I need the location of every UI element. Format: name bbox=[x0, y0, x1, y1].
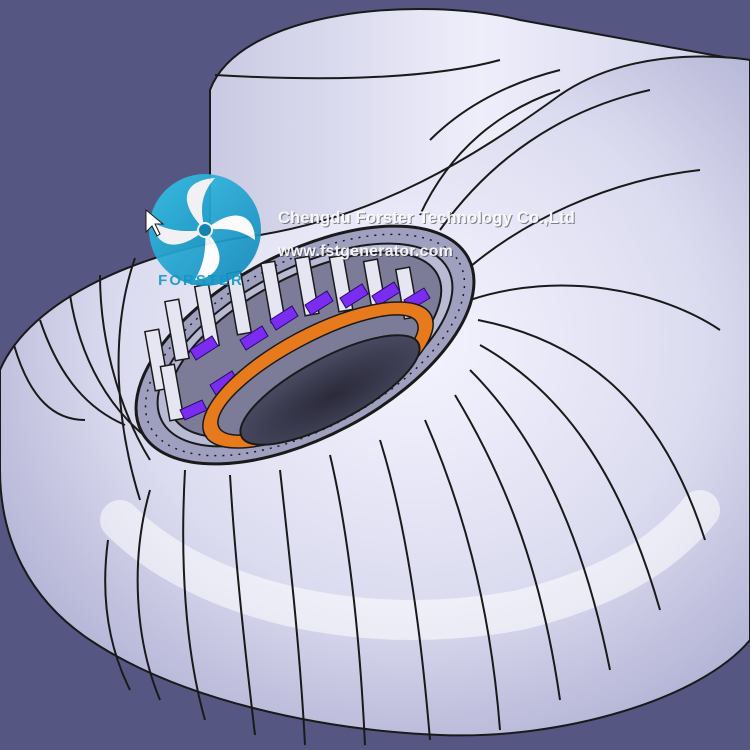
logo-wordmark: FORSTER bbox=[158, 272, 244, 289]
spiral-casing-render bbox=[0, 7, 750, 746]
company-name: Chengdu Forster Technology Co.,Ltd bbox=[278, 209, 576, 227]
website-url: www.fstgenerator.com bbox=[278, 243, 453, 260]
turbine-logo-icon bbox=[149, 174, 261, 286]
